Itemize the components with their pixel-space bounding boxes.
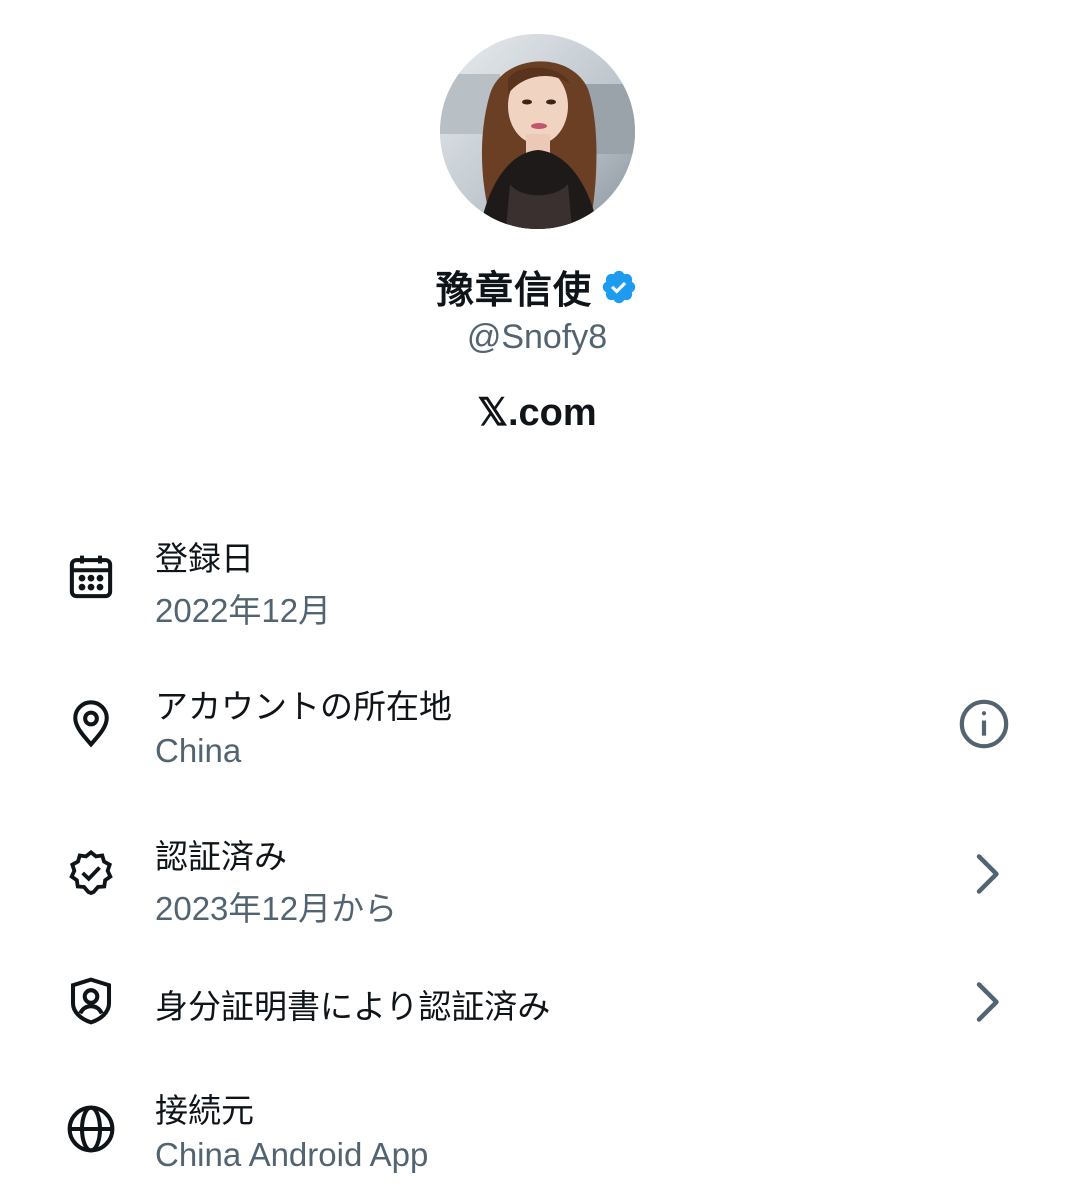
id-shield-icon <box>64 974 118 1028</box>
display-name: 豫章信使 <box>435 267 592 312</box>
site-label: 𝕏.com <box>477 392 597 434</box>
info-icon[interactable] <box>956 696 1012 752</box>
location-label: アカウントの所在地 <box>155 687 452 726</box>
about-row-joined: 登録日 2022年12月 <box>0 528 1074 629</box>
verified-check-icon <box>64 846 118 900</box>
connected-via-value: China Android App <box>155 1136 429 1173</box>
location-pin-icon <box>64 696 118 750</box>
about-row-verified[interactable]: 認証済み 2023年12月から <box>0 826 1074 927</box>
verified-badge-icon[interactable] <box>600 266 638 306</box>
verified-label: 認証済み <box>155 837 287 876</box>
id-verified-label: 身分証明書により認証済み <box>155 987 551 1026</box>
joined-value: 2022年12月 <box>155 592 332 629</box>
location-value: China <box>155 732 242 769</box>
joined-label: 登録日 <box>155 539 254 578</box>
calendar-icon <box>64 550 118 604</box>
chevron-right-icon[interactable] <box>958 974 1014 1030</box>
profile-handle: @Snofy8 <box>466 318 608 356</box>
verified-value: 2023年12月から <box>155 890 398 927</box>
profile-name-row: 豫章信使 <box>0 258 1074 314</box>
about-row-connected-via: 接続元 China Android App <box>0 1080 1074 1190</box>
about-row-id-verified[interactable]: 身分証明書により認証済み <box>0 974 1074 1030</box>
about-row-location: アカウントの所在地 China <box>0 676 1074 776</box>
globe-icon <box>64 1102 118 1156</box>
chevron-right-icon[interactable] <box>958 846 1014 902</box>
profile-avatar[interactable] <box>440 34 635 229</box>
connected-via-label: 接続元 <box>155 1091 254 1130</box>
